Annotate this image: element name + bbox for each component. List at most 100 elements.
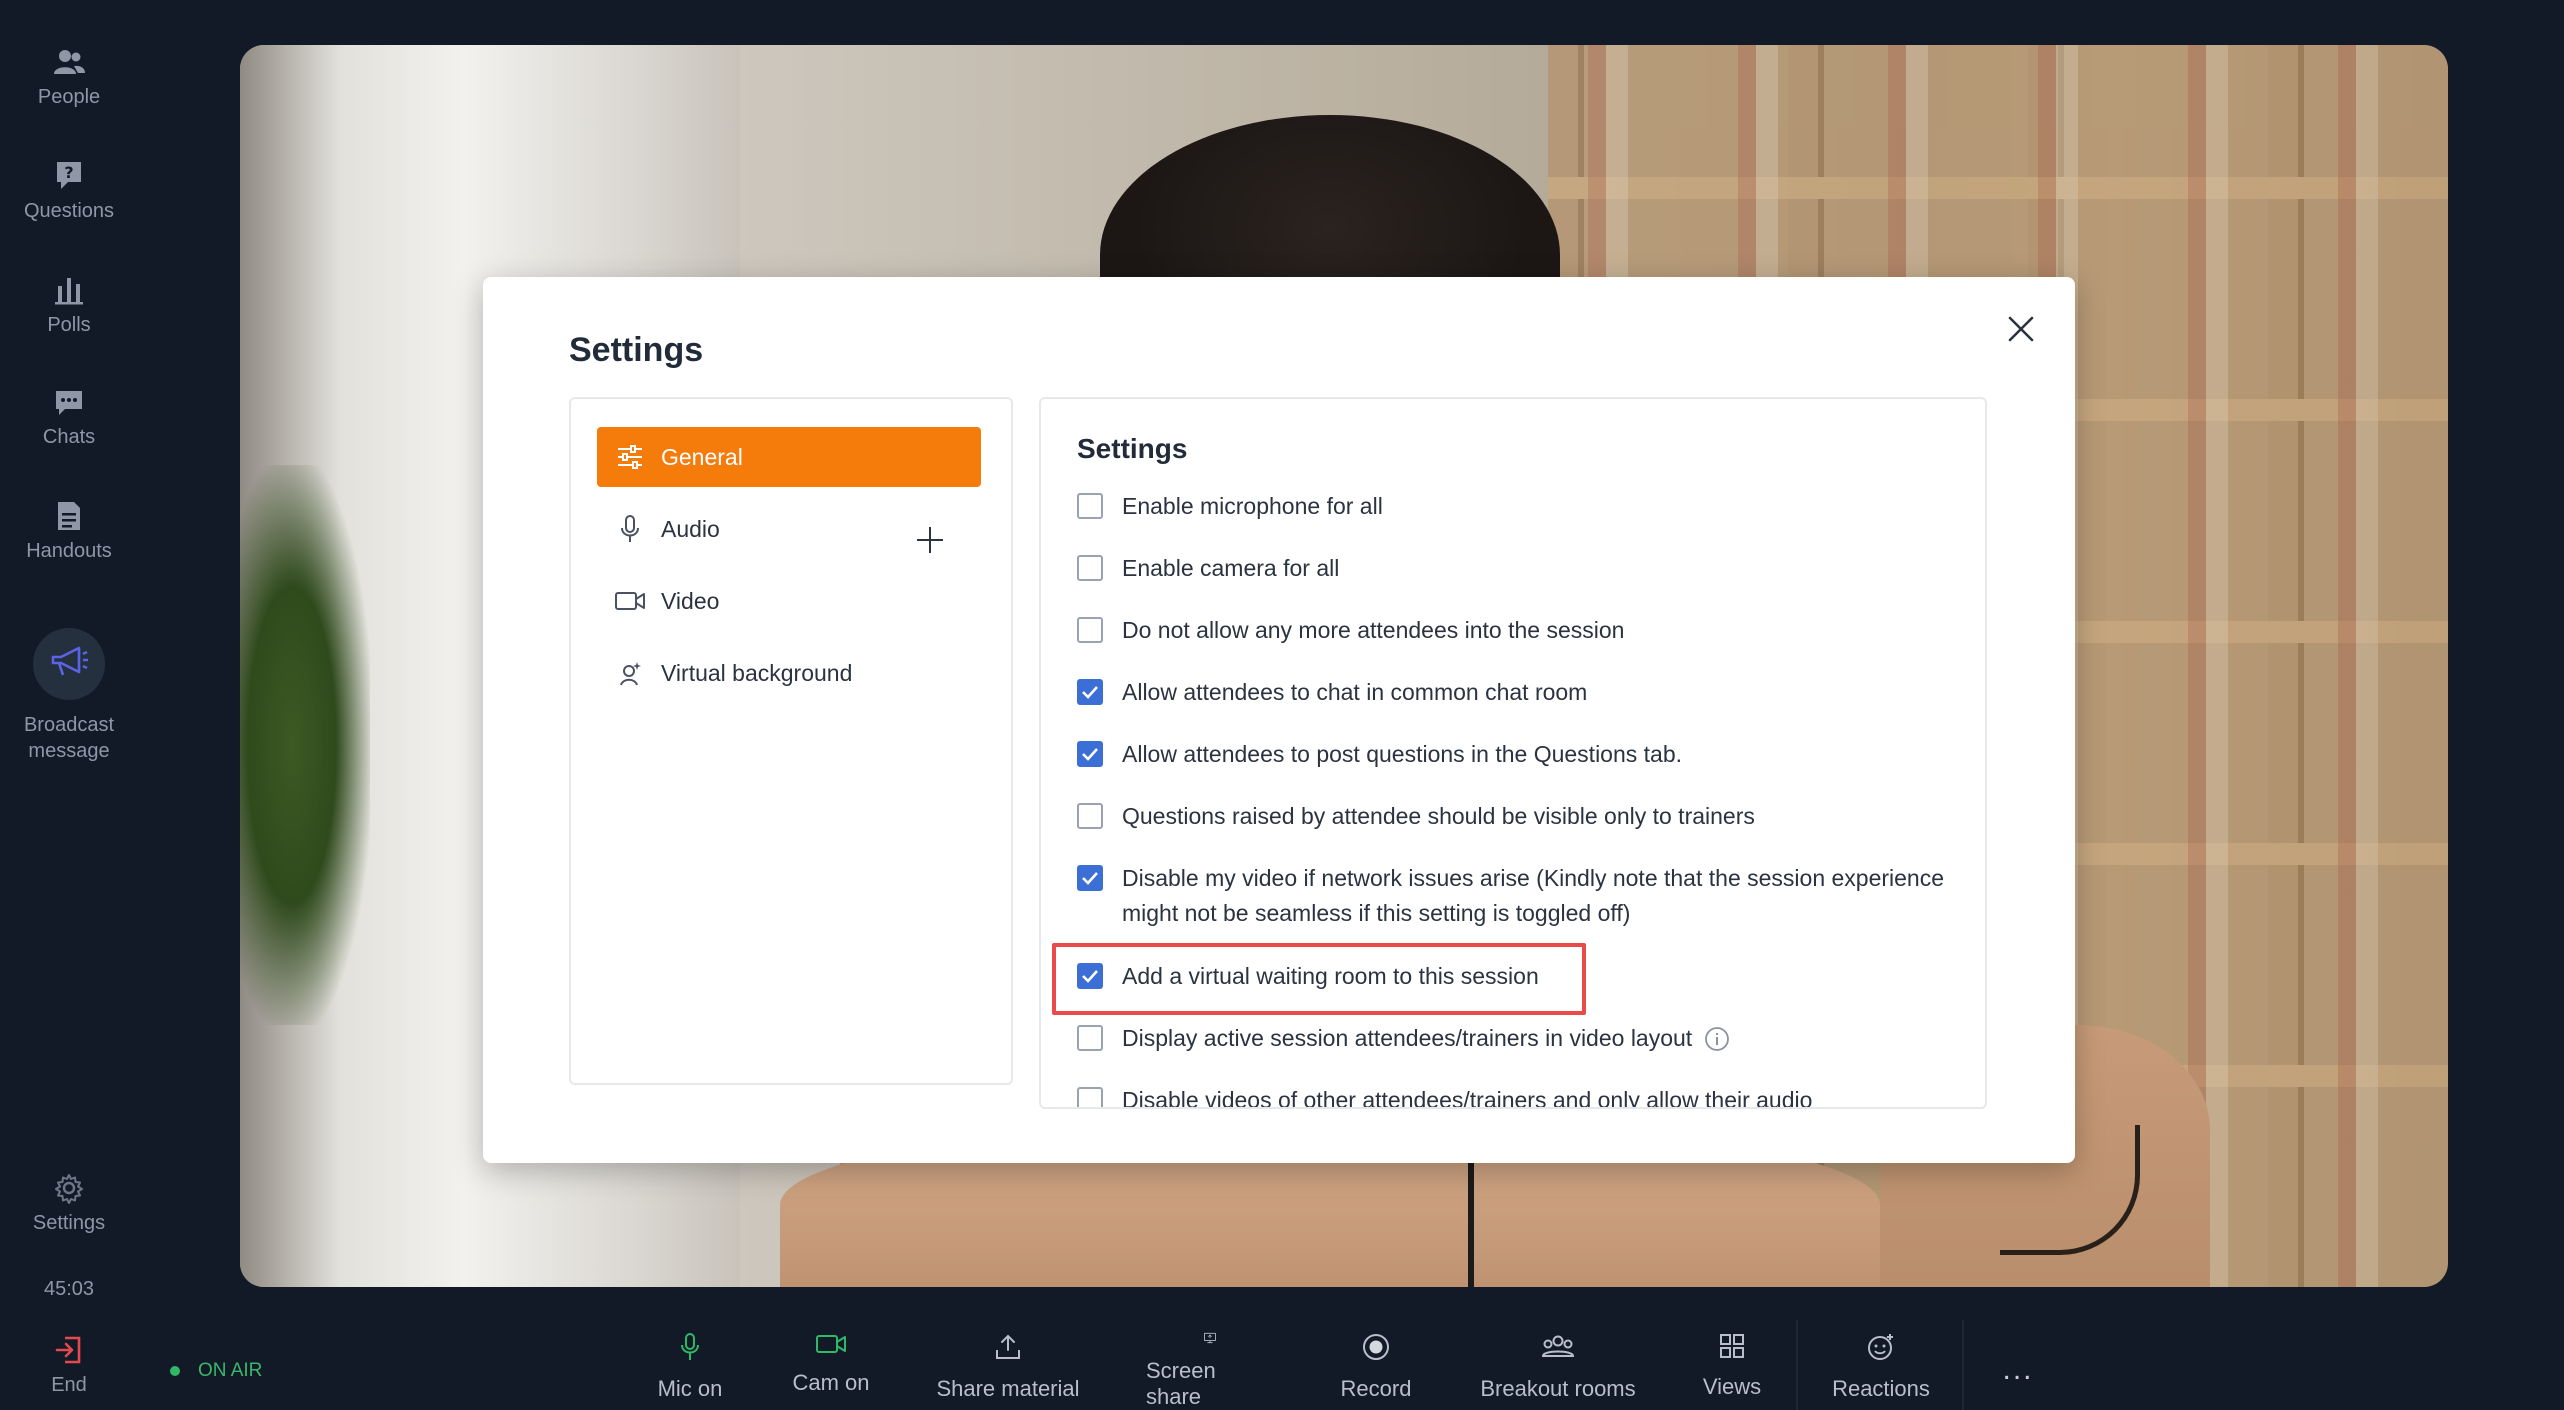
checkbox-disable-video-network[interactable]: [1077, 865, 1103, 891]
settings-nav-panel: General Audio Video Virtual background: [569, 397, 1013, 1085]
checkbox-enable-microphone[interactable]: [1077, 493, 1103, 519]
tab-virtual-background[interactable]: Virtual background: [597, 643, 981, 703]
checkbox-audio-only-others[interactable]: [1077, 1087, 1103, 1107]
toolbar-divider: [1962, 1320, 1964, 1410]
mic-toggle-button[interactable]: Mic on: [650, 1332, 730, 1410]
record-icon: [1363, 1334, 1389, 1360]
session-timer: 45:03: [43, 1278, 95, 1300]
option-label: Enable microphone for all: [1122, 493, 1383, 519]
tool-label: Mic on: [657, 1376, 723, 1401]
option-label: Allow attendees to chat in common chat r…: [1122, 679, 1588, 705]
sidebar-item-label: People: [37, 86, 101, 108]
checkbox-enable-camera[interactable]: [1077, 555, 1103, 581]
left-sidebar: People ? Questions Polls Chats Handouts …: [0, 0, 138, 1410]
reactions-button[interactable]: Reactions: [1830, 1332, 1932, 1410]
share-icon: [996, 1334, 1020, 1359]
modal-title: Settings: [569, 331, 704, 369]
screen-share-icon: [1204, 1332, 1216, 1344]
crosshair-cursor-icon: [917, 527, 943, 553]
screen-share-button[interactable]: Screen share: [1146, 1332, 1274, 1410]
option-enable-camera: Enable camera for all: [1077, 551, 1957, 586]
option-label: Allow attendees to post questions in the…: [1122, 741, 1683, 767]
broadcast-button[interactable]: [33, 628, 105, 700]
panel-title: Settings: [1077, 433, 1188, 464]
exit-icon: [55, 1336, 81, 1364]
checkbox-questions-visible-trainers[interactable]: [1077, 803, 1103, 829]
option-label: Questions raised by attendee should be v…: [1122, 803, 1755, 829]
share-material-button[interactable]: Share material: [930, 1332, 1086, 1410]
live-dot-icon: [170, 1366, 180, 1376]
record-button[interactable]: Record: [1338, 1332, 1414, 1410]
tool-label: Views: [1702, 1374, 1762, 1399]
checkbox-virtual-waiting-room[interactable]: [1077, 963, 1103, 989]
more-options-button[interactable]: ...: [1990, 1350, 2046, 1390]
tab-label: General: [661, 443, 743, 470]
checkbox-display-active-attendees[interactable]: [1077, 1025, 1103, 1051]
megaphone-icon: [51, 646, 88, 676]
cam-toggle-button[interactable]: Cam on: [784, 1332, 878, 1410]
sidebar-item-label: Settings: [32, 1212, 106, 1234]
sidebar-item-people[interactable]: People: [0, 48, 138, 110]
sidebar-item-label: Questions: [23, 200, 115, 222]
video-camera-icon: [613, 584, 647, 618]
sidebar-item-settings[interactable]: Settings: [0, 1172, 138, 1236]
general-settings-panel: Settings Enable microphone for all Enabl…: [1039, 397, 1987, 1109]
tool-label: Cam on: [792, 1370, 870, 1395]
option-virtual-waiting-room: Add a virtual waiting room to this sessi…: [1077, 959, 1957, 994]
option-label: Disable my video if network issues arise…: [1122, 865, 1945, 926]
microphone-icon: [681, 1333, 699, 1360]
sidebar-item-broadcast-message[interactable]: Broadcast message: [0, 628, 138, 764]
tab-label: Video: [661, 587, 720, 614]
info-icon[interactable]: [1704, 1026, 1730, 1052]
sidebar-item-chats[interactable]: Chats: [0, 388, 138, 450]
tool-label: Breakout rooms: [1480, 1376, 1636, 1401]
option-enable-microphone: Enable microphone for all: [1077, 489, 1957, 524]
end-label: End: [51, 1374, 87, 1396]
on-air-indicator: ON AIR: [170, 1360, 262, 1382]
virtual-background-icon: [613, 656, 647, 690]
option-label: Display active session attendees/trainer…: [1122, 1025, 1693, 1051]
grid-icon: [1720, 1334, 1744, 1358]
checkmark-icon: [1082, 748, 1098, 761]
option-audio-only-others: Disable videos of other attendees/traine…: [1077, 1083, 1957, 1109]
reaction-icon: [1868, 1334, 1893, 1360]
question-icon: ?: [57, 162, 81, 189]
tab-general[interactable]: General: [597, 427, 981, 487]
tool-label: Share material: [936, 1376, 1080, 1401]
sidebar-item-handouts[interactable]: Handouts: [0, 500, 138, 564]
option-label: Disable videos of other attendees/traine…: [1122, 1087, 1813, 1109]
sliders-icon: [613, 440, 647, 474]
sidebar-item-label: Polls: [47, 314, 91, 336]
option-disable-video-network: Disable my video if network issues arise…: [1077, 861, 1957, 931]
option-display-active-attendees: Display active session attendees/trainer…: [1077, 1021, 1957, 1056]
checkbox-post-questions[interactable]: [1077, 741, 1103, 767]
checkmark-icon: [1082, 686, 1098, 699]
sidebar-item-label: Handouts: [26, 540, 112, 562]
breakout-icon: [1541, 1335, 1575, 1357]
tab-video[interactable]: Video: [597, 571, 981, 631]
views-button[interactable]: Views: [1700, 1332, 1764, 1410]
sidebar-item-polls[interactable]: Polls: [0, 274, 138, 338]
settings-modal: Settings General Audio Video Virtual bac…: [483, 277, 2075, 1163]
breakout-rooms-button[interactable]: Breakout rooms: [1478, 1332, 1638, 1410]
checkbox-common-chat[interactable]: [1077, 679, 1103, 705]
toolbar-divider: [1796, 1320, 1798, 1410]
polls-icon: [55, 278, 83, 305]
option-label: Add a virtual waiting room to this sessi…: [1122, 963, 1539, 989]
tab-label: Audio: [661, 515, 720, 542]
sidebar-item-questions[interactable]: ? Questions: [0, 160, 138, 224]
end-session-button[interactable]: End: [0, 1334, 138, 1398]
camera-icon: [816, 1335, 846, 1353]
option-common-chat: Allow attendees to chat in common chat r…: [1077, 675, 1957, 710]
option-label: Enable camera for all: [1122, 555, 1340, 581]
on-air-label: ON AIR: [198, 1360, 263, 1381]
handout-icon: [58, 502, 80, 530]
broadcast-label: Broadcast message: [23, 714, 115, 762]
close-button[interactable]: [1993, 301, 2049, 357]
checkbox-block-attendees[interactable]: [1077, 617, 1103, 643]
sidebar-item-label: Chats: [42, 426, 96, 448]
tool-label: Record: [1340, 1376, 1412, 1401]
tab-label: Virtual background: [661, 659, 853, 686]
tool-label: Screen share: [1146, 1358, 1216, 1409]
microphone-icon: [613, 512, 647, 546]
